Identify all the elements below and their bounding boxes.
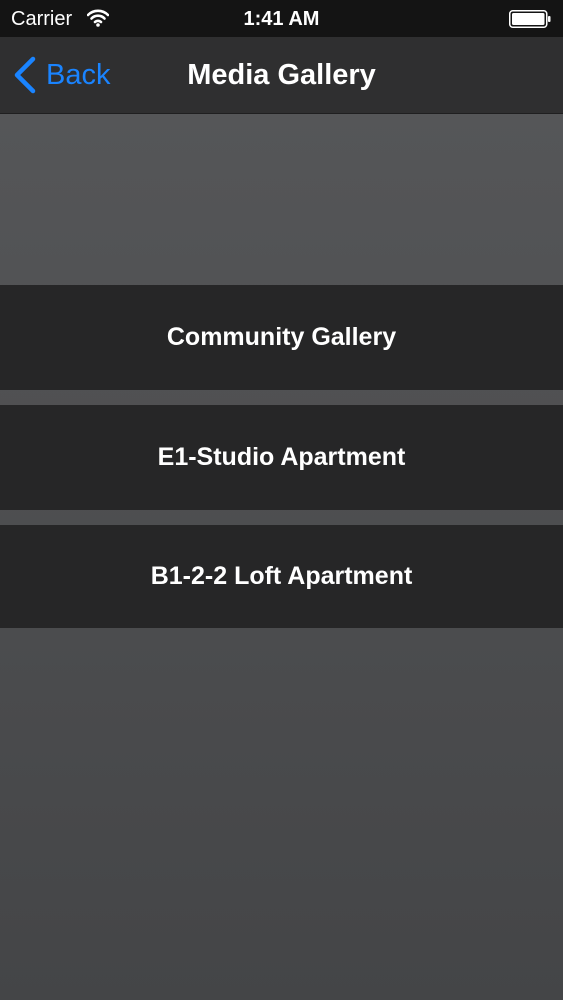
status-time: 1:41 AM xyxy=(243,8,320,30)
menu-item-b1-2-2-loft-apartment[interactable]: B1-2-2 Loft Apartment xyxy=(0,525,563,628)
battery-icon xyxy=(509,10,551,28)
menu-item-community-gallery[interactable]: Community Gallery xyxy=(0,285,563,390)
navigation-bar: Back Media Gallery xyxy=(0,37,563,114)
menu-item-label: B1-2-2 Loft Apartment xyxy=(150,562,413,590)
menu-item-label: E1-Studio Apartment xyxy=(157,443,406,471)
gallery-content: Community Gallery E1-Studio Apartment B1… xyxy=(0,114,563,1000)
menu-item-e1-studio-apartment[interactable]: E1-Studio Apartment xyxy=(0,405,563,510)
page-title: Media Gallery xyxy=(187,59,376,91)
status-bar: Carrier 1:41 AM xyxy=(0,0,563,37)
menu-item-label: Community Gallery xyxy=(166,323,397,351)
